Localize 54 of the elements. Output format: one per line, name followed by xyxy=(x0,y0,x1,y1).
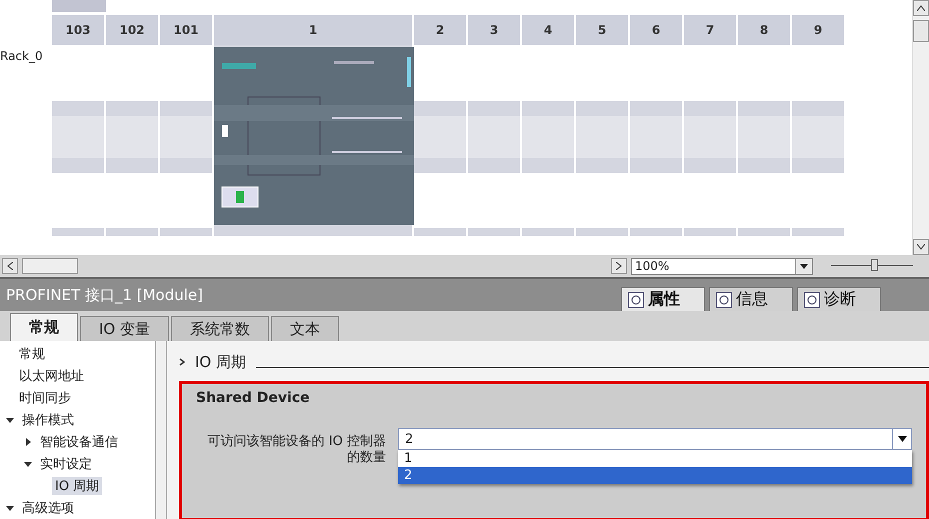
nav-tree-item[interactable]: 高级选项 xyxy=(19,499,77,517)
scroll-thumb[interactable] xyxy=(913,20,929,42)
expanded-arrow-icon[interactable] xyxy=(4,503,16,513)
view-tab[interactable]: 属性 xyxy=(621,287,705,311)
nav-tree-item[interactable]: 常规 xyxy=(16,345,48,363)
caret-down-icon xyxy=(917,244,925,250)
expanded-arrow-icon[interactable] xyxy=(4,415,16,425)
tab[interactable]: IO 变量 xyxy=(80,316,169,341)
zoom-dropdown[interactable]: 100% xyxy=(631,258,813,274)
slot-number: 2 xyxy=(414,15,466,45)
nav-tree-item[interactable]: 操作模式 xyxy=(19,411,77,429)
scroll-right-button[interactable] xyxy=(611,258,627,274)
group-title: Shared Device xyxy=(196,390,311,406)
dropdown-option[interactable]: 2 xyxy=(398,467,912,484)
view-tab[interactable]: 诊断 xyxy=(797,287,881,311)
slot-number: 6 xyxy=(630,15,682,45)
slot-number: 1 xyxy=(214,15,412,45)
tab[interactable]: 文本 xyxy=(271,316,339,341)
slot-number: 7 xyxy=(684,15,736,45)
nav-tree-item[interactable]: 智能设备通信 xyxy=(37,433,121,451)
zoom-slider[interactable] xyxy=(831,259,913,273)
dropdown-option[interactable]: 1 xyxy=(398,450,912,467)
view-tab[interactable]: 信息 xyxy=(709,287,793,311)
scroll-up-button[interactable] xyxy=(913,0,929,16)
tab[interactable]: 系统常数 xyxy=(171,316,269,341)
slot-number: 103 xyxy=(52,15,104,45)
rack-name: Rack_0 xyxy=(0,48,44,63)
expanded-arrow-icon[interactable] xyxy=(22,459,34,469)
section-title: IO 周期 xyxy=(195,352,246,372)
slot-number: 4 xyxy=(522,15,574,45)
slot-number: 3 xyxy=(468,15,520,45)
scroll-down-button[interactable] xyxy=(913,239,929,255)
caret-up-icon xyxy=(917,5,925,11)
caret-down-icon xyxy=(898,436,906,442)
slot-number: 9 xyxy=(792,15,844,45)
slot-number: 8 xyxy=(738,15,790,45)
scrollbar[interactable] xyxy=(155,341,167,519)
chevron-icon xyxy=(179,358,185,366)
nav-tree-item[interactable]: 时间同步 xyxy=(16,389,74,407)
nav-tree-item[interactable]: 以太网地址 xyxy=(16,367,87,385)
inspector-title: PROFINET 接口_1 [Module] xyxy=(6,286,204,304)
tab[interactable]: 常规 xyxy=(10,313,78,341)
scroll-left-button[interactable] xyxy=(2,258,18,274)
count-dropdown[interactable]: 2 xyxy=(398,428,912,450)
caret-left-icon xyxy=(7,262,13,270)
slot-number: 102 xyxy=(106,15,158,45)
caret-right-icon xyxy=(616,262,622,270)
caret-down-icon xyxy=(800,264,808,268)
nav-tree-item[interactable]: 实时设定 xyxy=(37,455,95,473)
field-label: 可访问该智能设备的 IO 控制器的数量 xyxy=(206,434,386,466)
scroll-thumb[interactable] xyxy=(22,258,78,274)
nav-tree-item[interactable]: IO 周期 xyxy=(52,477,102,495)
slot-number: 5 xyxy=(576,15,628,45)
slot-number: 101 xyxy=(160,15,212,45)
